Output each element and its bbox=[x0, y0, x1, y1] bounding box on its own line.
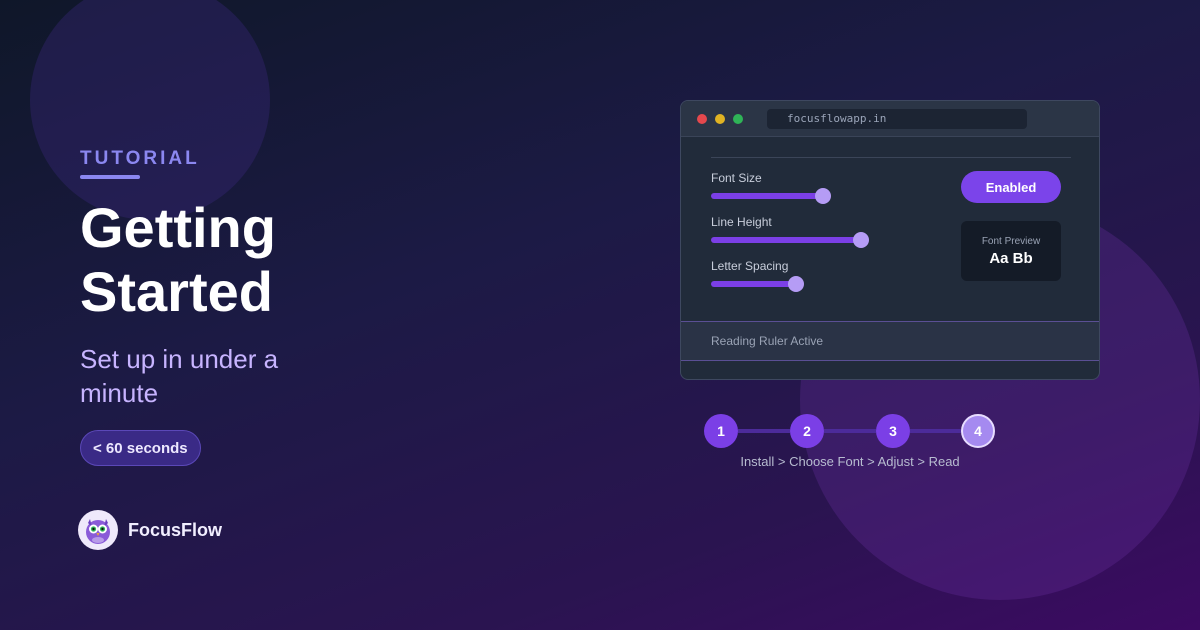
step-2: 2 bbox=[790, 414, 824, 448]
eyebrow-label: TUTORIAL bbox=[80, 148, 200, 169]
step-4: 4 bbox=[961, 414, 995, 448]
url-bar[interactable]: focusflowapp.in bbox=[767, 108, 1027, 129]
font-size-control: Font Size bbox=[711, 171, 831, 204]
letter-spacing-control: Letter Spacing bbox=[711, 259, 804, 292]
step-connector bbox=[910, 429, 961, 433]
step-progress: 1 2 3 4 bbox=[704, 414, 995, 448]
font-preview-label: Font Preview bbox=[981, 235, 1041, 247]
maximize-window-dot[interactable] bbox=[733, 113, 743, 124]
brand: FocusFlow bbox=[78, 510, 222, 550]
settings-panel: Font Size Line Height Letter Spacing Ena… bbox=[681, 137, 1099, 321]
font-size-slider[interactable] bbox=[711, 188, 831, 204]
divider bbox=[711, 157, 1071, 158]
step-connector bbox=[824, 429, 876, 433]
minimize-window-dot[interactable] bbox=[715, 113, 725, 124]
eyebrow-underline bbox=[80, 175, 140, 179]
line-height-label: Line Height bbox=[711, 215, 772, 229]
decorative-circle-top-left bbox=[30, 0, 270, 220]
close-window-dot[interactable] bbox=[697, 113, 707, 124]
line-height-control: Line Height bbox=[711, 215, 869, 248]
duration-badge: < 60 seconds bbox=[80, 430, 201, 466]
brand-name: FocusFlow bbox=[128, 519, 222, 540]
page-title: Getting Started bbox=[80, 196, 276, 323]
step-1: 1 bbox=[704, 414, 738, 448]
font-preview-card: Font Preview Aa Bb bbox=[961, 221, 1061, 281]
enabled-toggle-button[interactable]: Enabled bbox=[961, 171, 1061, 203]
font-size-label: Font Size bbox=[711, 171, 762, 185]
step-connector bbox=[738, 429, 790, 433]
font-size-slider-thumb[interactable] bbox=[815, 188, 831, 204]
browser-titlebar: focusflowapp.in bbox=[681, 101, 1099, 137]
steps-caption: Install > Choose Font > Adjust > Read bbox=[740, 454, 960, 469]
step-3: 3 bbox=[876, 414, 910, 448]
line-height-slider-thumb[interactable] bbox=[853, 232, 869, 248]
letter-spacing-label: Letter Spacing bbox=[711, 259, 789, 273]
letter-spacing-slider-thumb[interactable] bbox=[788, 276, 804, 292]
browser-window: focusflowapp.in Font Size Line Height Le… bbox=[680, 100, 1100, 380]
letter-spacing-slider[interactable] bbox=[711, 276, 804, 292]
subtitle: Set up in under a minute bbox=[80, 344, 279, 408]
owl-icon bbox=[78, 510, 118, 550]
line-height-slider[interactable] bbox=[711, 232, 869, 248]
font-preview-sample: Aa Bb bbox=[989, 249, 1033, 267]
reading-ruler-label: Reading Ruler Active bbox=[711, 334, 824, 348]
reading-ruler: Reading Ruler Active bbox=[681, 321, 1099, 361]
